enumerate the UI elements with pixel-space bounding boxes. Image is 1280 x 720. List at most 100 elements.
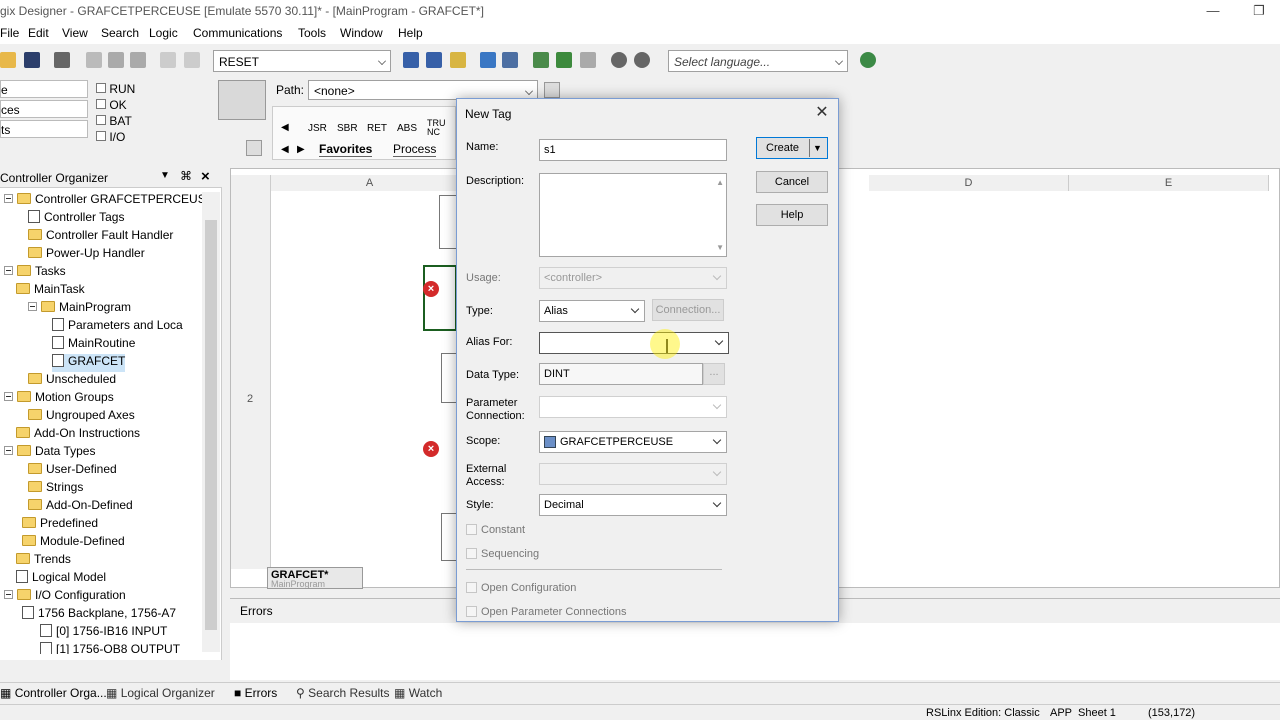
pin-icon[interactable]: ⌘: [180, 169, 192, 183]
panel-toggle-button[interactable]: [246, 140, 262, 156]
tree-item[interactable]: User-Defined: [28, 462, 117, 480]
verify-icon[interactable]: [403, 52, 419, 68]
expand-icon[interactable]: [4, 590, 13, 599]
save-icon[interactable]: [24, 52, 40, 68]
zoom-in-icon[interactable]: [611, 52, 627, 68]
grafcet-step[interactable]: [439, 195, 457, 249]
open-configuration-checkbox[interactable]: Open Configuration: [466, 582, 576, 594]
undo-icon[interactable]: [160, 52, 176, 68]
tree-item[interactable]: Controller GRAFCETPERCEUSE: [4, 192, 202, 210]
description-field[interactable]: ▲ ▼: [539, 173, 727, 257]
expand-icon[interactable]: [4, 194, 13, 203]
menu-file[interactable]: File: [0, 26, 19, 40]
tree-item[interactable]: MainProgram: [28, 300, 131, 318]
tree-item[interactable]: Data Types: [4, 444, 95, 462]
tree-item[interactable]: Ungrouped Axes: [28, 408, 135, 426]
forces-dropdown[interactable]: ces: [0, 100, 88, 118]
menu-window[interactable]: Window: [340, 26, 383, 40]
abs-instruction[interactable]: ABS: [397, 123, 417, 134]
tab-controller-organizer[interactable]: ▦ Controller Orga...: [0, 686, 107, 700]
constant-checkbox[interactable]: Constant: [466, 524, 525, 536]
grafcet-step-active[interactable]: [423, 265, 457, 331]
menu-logic[interactable]: Logic: [149, 26, 178, 40]
create-button[interactable]: Create ▼: [756, 137, 828, 159]
tree-item[interactable]: Controller Tags: [28, 210, 124, 228]
paste-icon[interactable]: [130, 52, 146, 68]
tree-item[interactable]: [0] 1756-IB16 INPUT: [40, 624, 167, 642]
alias-for-combo[interactable]: [539, 332, 729, 354]
tree-item[interactable]: Logical Model: [16, 570, 106, 588]
create-options-icon[interactable]: ▼: [813, 138, 822, 158]
organizer-scrollbar[interactable]: [202, 192, 220, 652]
tree-item[interactable]: Controller Fault Handler: [28, 228, 173, 246]
sheet-tab[interactable]: GRAFCET* MainProgram: [267, 567, 363, 589]
tree-item[interactable]: Tasks: [4, 264, 66, 282]
tree-item[interactable]: MainTask: [16, 282, 85, 300]
scroll-left-icon[interactable]: ◀: [281, 122, 289, 133]
menu-view[interactable]: View: [62, 26, 88, 40]
tree-item[interactable]: GRAFCET: [52, 354, 126, 372]
sequencing-checkbox[interactable]: Sequencing: [466, 548, 539, 560]
scroll-down-icon[interactable]: ▼: [716, 243, 724, 252]
jsr-instruction[interactable]: JSR: [308, 123, 327, 134]
open-parameter-connections-checkbox[interactable]: Open Parameter Connections: [466, 606, 627, 618]
help-button[interactable]: Help: [756, 204, 828, 226]
tab-logical-organizer[interactable]: ▦ Logical Organizer: [106, 686, 215, 700]
print-icon[interactable]: [54, 52, 70, 68]
scope-select[interactable]: GRAFCETPERCEUSE: [539, 431, 727, 453]
tree-item[interactable]: [1] 1756-OB8 OUTPUT: [40, 642, 180, 654]
tree-item[interactable]: Motion Groups: [4, 390, 114, 408]
expand-icon[interactable]: [4, 266, 13, 275]
grafcet-step[interactable]: [441, 353, 457, 403]
menu-tools[interactable]: Tools: [298, 26, 326, 40]
name-field[interactable]: s1: [539, 139, 727, 161]
maximize-button[interactable]: ❐: [1236, 0, 1280, 22]
close-icon[interactable]: ×: [201, 168, 210, 185]
find-icon[interactable]: [450, 52, 466, 68]
expand-icon[interactable]: [4, 446, 13, 455]
tree-item[interactable]: Parameters and Loca: [52, 318, 183, 336]
cancel-button[interactable]: Cancel: [756, 171, 828, 193]
tab-favorites[interactable]: Favorites: [319, 142, 373, 157]
parameter-connection-combo[interactable]: [539, 396, 727, 418]
style-select[interactable]: Decimal: [539, 494, 727, 516]
dialog-close-button[interactable]: ✕: [812, 103, 832, 123]
menu-help[interactable]: Help: [398, 26, 423, 40]
edit-icon[interactable]: [533, 52, 549, 68]
globe-icon[interactable]: [860, 52, 876, 68]
grafcet-step[interactable]: [441, 513, 457, 561]
tab-watch[interactable]: ▦ Watch: [394, 686, 442, 700]
scroll-up-icon[interactable]: ▲: [716, 178, 724, 187]
expand-icon[interactable]: [4, 392, 13, 401]
tree-item[interactable]: Strings: [28, 480, 83, 498]
redo-icon[interactable]: [184, 52, 200, 68]
accept-icon[interactable]: [556, 52, 572, 68]
data-type-browse-button[interactable]: ...: [703, 363, 725, 385]
copy-icon[interactable]: [108, 52, 124, 68]
usage-select[interactable]: <controller>: [539, 267, 727, 289]
tree-item[interactable]: Unscheduled: [28, 372, 116, 390]
data-type-field[interactable]: DINT: [539, 363, 703, 385]
external-access-select[interactable]: [539, 463, 727, 485]
edits-dropdown[interactable]: ts: [0, 120, 88, 138]
tree-item[interactable]: MainRoutine: [52, 336, 135, 354]
connection-button[interactable]: Connection...: [652, 299, 724, 321]
sbr-instruction[interactable]: SBR: [337, 123, 358, 134]
minimize-button[interactable]: —: [1190, 0, 1236, 22]
tab-search-results[interactable]: ⚲ Search Results: [296, 686, 390, 700]
path-browse-icon[interactable]: [544, 82, 560, 98]
tree-item[interactable]: Predefined: [22, 516, 98, 534]
reset-combo[interactable]: RESET: [213, 50, 391, 72]
tree-item[interactable]: Power-Up Handler: [28, 246, 145, 264]
ret-instruction[interactable]: RET: [367, 123, 387, 134]
cut-icon[interactable]: [86, 52, 102, 68]
tree-item[interactable]: 1756 Backplane, 1756-A7: [22, 606, 176, 624]
mode-dropdown[interactable]: e: [0, 80, 88, 98]
organizer-dropdown-icon[interactable]: ▼: [160, 170, 170, 181]
scrollbar-thumb[interactable]: [205, 220, 217, 630]
verify-routine-icon[interactable]: [426, 52, 442, 68]
open-icon[interactable]: [0, 52, 16, 68]
menu-search[interactable]: Search: [101, 26, 139, 40]
tree-item[interactable]: I/O Configuration: [4, 588, 126, 606]
menu-edit[interactable]: Edit: [28, 26, 49, 40]
